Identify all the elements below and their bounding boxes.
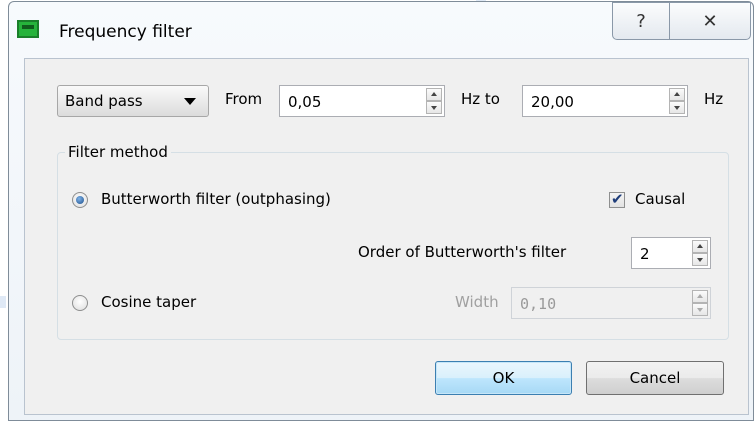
spin-down-icon[interactable]: [669, 101, 685, 114]
order-label: Order of Butterworth's filter: [358, 243, 567, 261]
to-frequency-value: 20,00: [531, 93, 574, 111]
cancel-button-label: Cancel: [629, 369, 681, 387]
width-spinbox[interactable]: 0,10: [511, 287, 711, 319]
cosine-taper-label[interactable]: Cosine taper: [101, 293, 196, 311]
ok-button-label: OK: [492, 369, 515, 387]
spin-up-icon[interactable]: [669, 88, 685, 101]
order-stepper[interactable]: [692, 240, 708, 266]
filter-type-value: Band pass: [65, 92, 143, 110]
check-icon: ✔: [611, 190, 624, 208]
hz-to-label: Hz to: [461, 90, 500, 108]
filter-method-title: Filter method: [65, 143, 171, 161]
spin-up-icon[interactable]: [692, 240, 708, 253]
backdrop-fragment: [0, 296, 6, 308]
order-value: 2: [640, 245, 650, 263]
app-icon: [17, 20, 39, 38]
causal-label[interactable]: Causal: [635, 190, 685, 208]
frequency-filter-dialog: Frequency filter ? ✕ Band pass From 0,05…: [8, 1, 754, 421]
causal-checkbox[interactable]: ✔: [609, 190, 625, 208]
spin-up-icon[interactable]: [426, 88, 442, 101]
chevron-down-icon: [184, 98, 196, 105]
from-frequency-stepper[interactable]: [426, 88, 442, 114]
to-frequency-stepper[interactable]: [669, 88, 685, 114]
dialog-title: Frequency filter: [59, 22, 192, 42]
spin-down-icon[interactable]: [692, 303, 708, 316]
dialog-body: Band pass From 0,05 Hz to 20,00 Hz Filte…: [24, 58, 749, 415]
close-icon: ✕: [702, 10, 718, 32]
butterworth-radio[interactable]: [72, 192, 88, 208]
butterworth-label[interactable]: Butterworth filter (outphasing): [101, 190, 331, 208]
cosine-taper-radio[interactable]: [72, 295, 88, 311]
ok-button[interactable]: OK: [435, 361, 572, 395]
title-bar[interactable]: Frequency filter ? ✕: [9, 2, 753, 58]
spin-up-icon[interactable]: [692, 290, 708, 303]
width-label: Width: [455, 293, 499, 311]
spin-down-icon[interactable]: [692, 253, 708, 266]
from-frequency-spinbox[interactable]: 0,05: [279, 85, 445, 117]
to-frequency-spinbox[interactable]: 20,00: [522, 85, 688, 117]
from-label: From: [225, 90, 263, 108]
help-icon: ?: [636, 10, 646, 32]
help-button[interactable]: ?: [612, 2, 670, 40]
close-button[interactable]: ✕: [669, 2, 751, 40]
spin-down-icon[interactable]: [426, 101, 442, 114]
width-value: 0,10: [520, 295, 557, 313]
hz-label: Hz: [704, 90, 724, 108]
order-spinbox[interactable]: 2: [631, 237, 711, 269]
cancel-button[interactable]: Cancel: [586, 361, 724, 395]
width-stepper[interactable]: [692, 290, 708, 316]
filter-type-select[interactable]: Band pass: [57, 85, 209, 117]
from-frequency-value: 0,05: [288, 93, 322, 111]
